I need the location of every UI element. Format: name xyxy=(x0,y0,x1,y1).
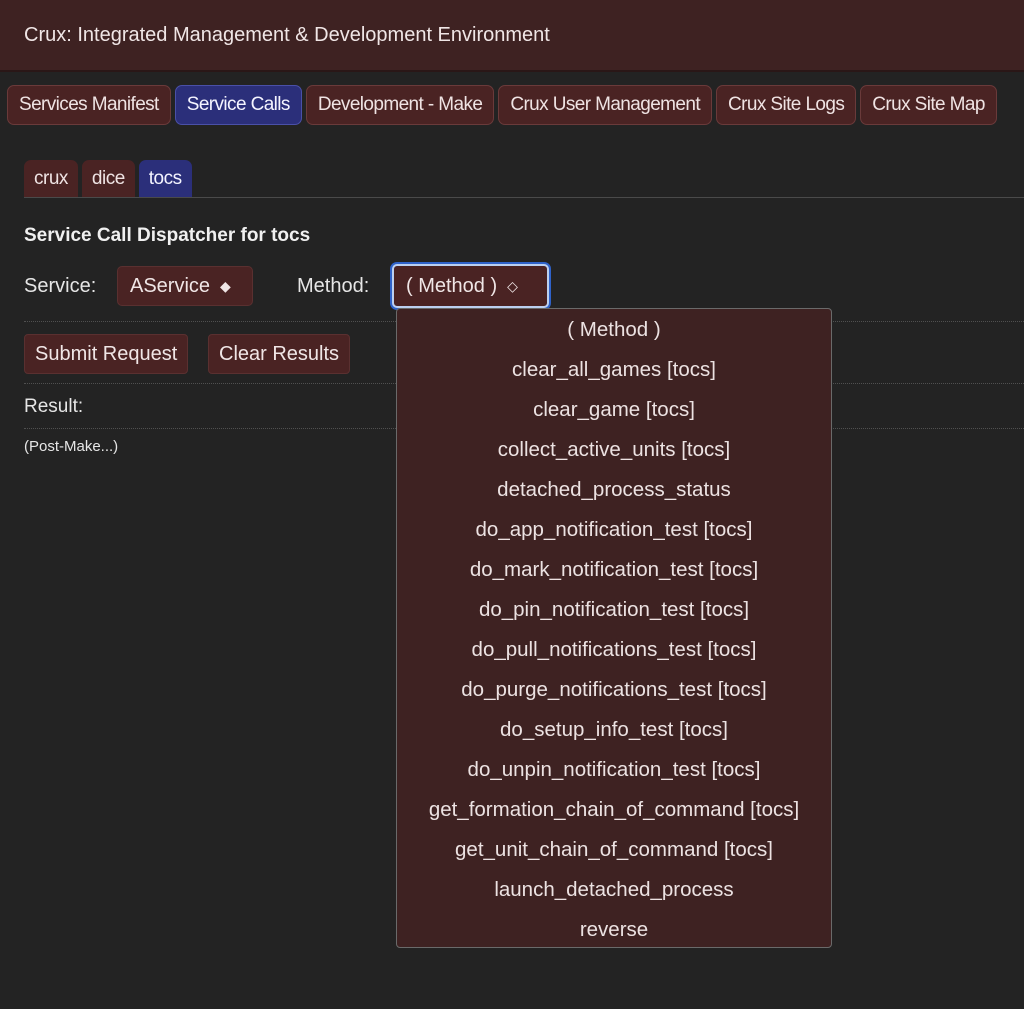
dropdown-arrow-icon: ◆ xyxy=(220,277,231,294)
dropdown-arrow-icon: ◇ xyxy=(507,277,518,294)
service-select[interactable]: AService ◆ xyxy=(117,266,253,306)
method-option[interactable]: clear_all_games [tocs] xyxy=(397,350,831,390)
method-option[interactable]: do_mark_notification_test [tocs] xyxy=(397,550,831,590)
service-tab-bar: crux dice tocs xyxy=(24,160,192,198)
app-title: Crux: Integrated Management & Developmen… xyxy=(24,24,550,46)
clear-results-button[interactable]: Clear Results xyxy=(208,334,351,374)
method-option[interactable]: do_app_notification_test [tocs] xyxy=(397,510,831,550)
subtab-tocs[interactable]: tocs xyxy=(138,160,192,198)
service-select-value: AService xyxy=(130,274,211,297)
tab-crux-site-logs[interactable]: Crux Site Logs xyxy=(716,85,857,125)
subtab-crux[interactable]: crux xyxy=(24,160,78,198)
submit-request-button[interactable]: Submit Request xyxy=(24,334,189,374)
method-option[interactable]: do_setup_info_test [tocs] xyxy=(397,710,831,750)
tab-divider xyxy=(24,197,1024,198)
result-output: (Post-Make...) xyxy=(24,438,119,455)
result-label: Result: xyxy=(24,396,84,417)
tab-crux-site-map[interactable]: Crux Site Map xyxy=(860,85,997,125)
method-option[interactable]: do_pin_notification_test [tocs] xyxy=(397,590,831,630)
method-option[interactable]: do_pull_notifications_test [tocs] xyxy=(397,630,831,670)
method-option[interactable]: ( Method ) xyxy=(397,310,831,350)
tab-services-manifest[interactable]: Services Manifest xyxy=(7,85,171,125)
method-option[interactable]: clear_game [tocs] xyxy=(397,390,831,430)
method-option[interactable]: collect_active_units [tocs] xyxy=(397,430,831,470)
service-label: Service: xyxy=(24,275,97,297)
method-option[interactable]: do_purge_notifications_test [tocs] xyxy=(397,670,831,710)
method-option[interactable]: get_unit_chain_of_command [tocs] xyxy=(397,830,831,870)
method-option[interactable]: detached_process_status xyxy=(397,470,831,510)
dispatcher-heading: Service Call Dispatcher for tocs xyxy=(24,225,311,246)
main-tab-bar: Services Manifest Service Calls Developm… xyxy=(7,85,997,125)
app-header: Crux: Integrated Management & Developmen… xyxy=(0,0,1024,72)
method-option[interactable]: launch_detached_process xyxy=(397,870,831,910)
tab-crux-user-management[interactable]: Crux User Management xyxy=(498,85,713,125)
subtab-dice[interactable]: dice xyxy=(81,160,135,198)
method-select[interactable]: ( Method ) ◇ xyxy=(392,264,549,308)
tab-service-calls[interactable]: Service Calls xyxy=(174,85,302,125)
method-option[interactable]: reverse xyxy=(397,910,831,950)
tab-development-make[interactable]: Development - Make xyxy=(305,85,495,125)
method-option[interactable]: do_unpin_notification_test [tocs] xyxy=(397,750,831,790)
method-option[interactable]: get_formation_chain_of_command [tocs] xyxy=(397,790,831,830)
method-label: Method: xyxy=(297,275,370,297)
method-dropdown-list: ( Method ) clear_all_games [tocs] clear_… xyxy=(396,308,832,948)
method-select-value: ( Method ) xyxy=(406,274,498,297)
